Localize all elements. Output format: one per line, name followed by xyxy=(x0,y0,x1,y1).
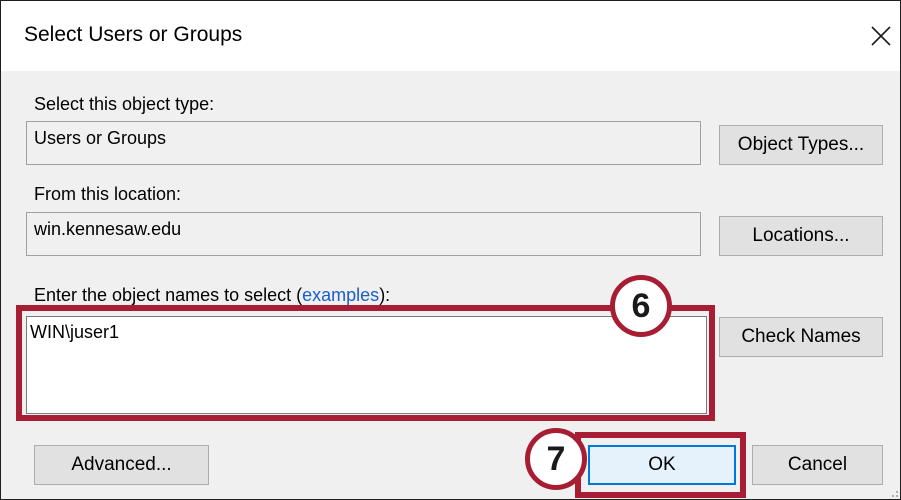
object-type-value: Users or Groups xyxy=(34,128,167,148)
step-6-badge: 6 xyxy=(610,275,672,337)
object-type-label: Select this object type: xyxy=(34,94,215,114)
location-value: win.kennesaw.edu xyxy=(34,219,182,239)
location-field: win.kennesaw.edu xyxy=(26,212,701,256)
select-users-dialog: Select Users or Groups Select this objec… xyxy=(0,0,901,500)
close-icon xyxy=(871,26,891,46)
advanced-button[interactable]: Advanced... xyxy=(34,445,209,485)
close-button[interactable] xyxy=(863,15,897,55)
location-label: From this location: xyxy=(34,184,182,204)
object-types-button[interactable]: Object Types... xyxy=(719,125,883,165)
object-names-input[interactable]: WIN\juser1 xyxy=(26,316,707,414)
title-bar: Select Users or Groups xyxy=(1,1,900,71)
examples-link[interactable]: examples xyxy=(302,285,379,305)
object-names-value: WIN\juser1 xyxy=(30,322,120,342)
locations-button[interactable]: Locations... xyxy=(719,216,883,256)
object-names-label-suffix: ): xyxy=(379,285,391,305)
object-names-label-text: Enter the object names to select ( xyxy=(34,285,303,305)
object-names-label: Enter the object names to select (exampl… xyxy=(34,285,390,306)
ok-button[interactable]: OK xyxy=(588,445,736,485)
check-names-button[interactable]: Check Names xyxy=(719,317,883,357)
dialog-title: Select Users or Groups xyxy=(24,23,243,46)
resize-grip-icon[interactable] xyxy=(889,488,899,498)
step-7-badge: 7 xyxy=(525,428,587,490)
object-type-field: Users or Groups xyxy=(26,121,701,165)
cancel-button[interactable]: Cancel xyxy=(752,445,883,485)
